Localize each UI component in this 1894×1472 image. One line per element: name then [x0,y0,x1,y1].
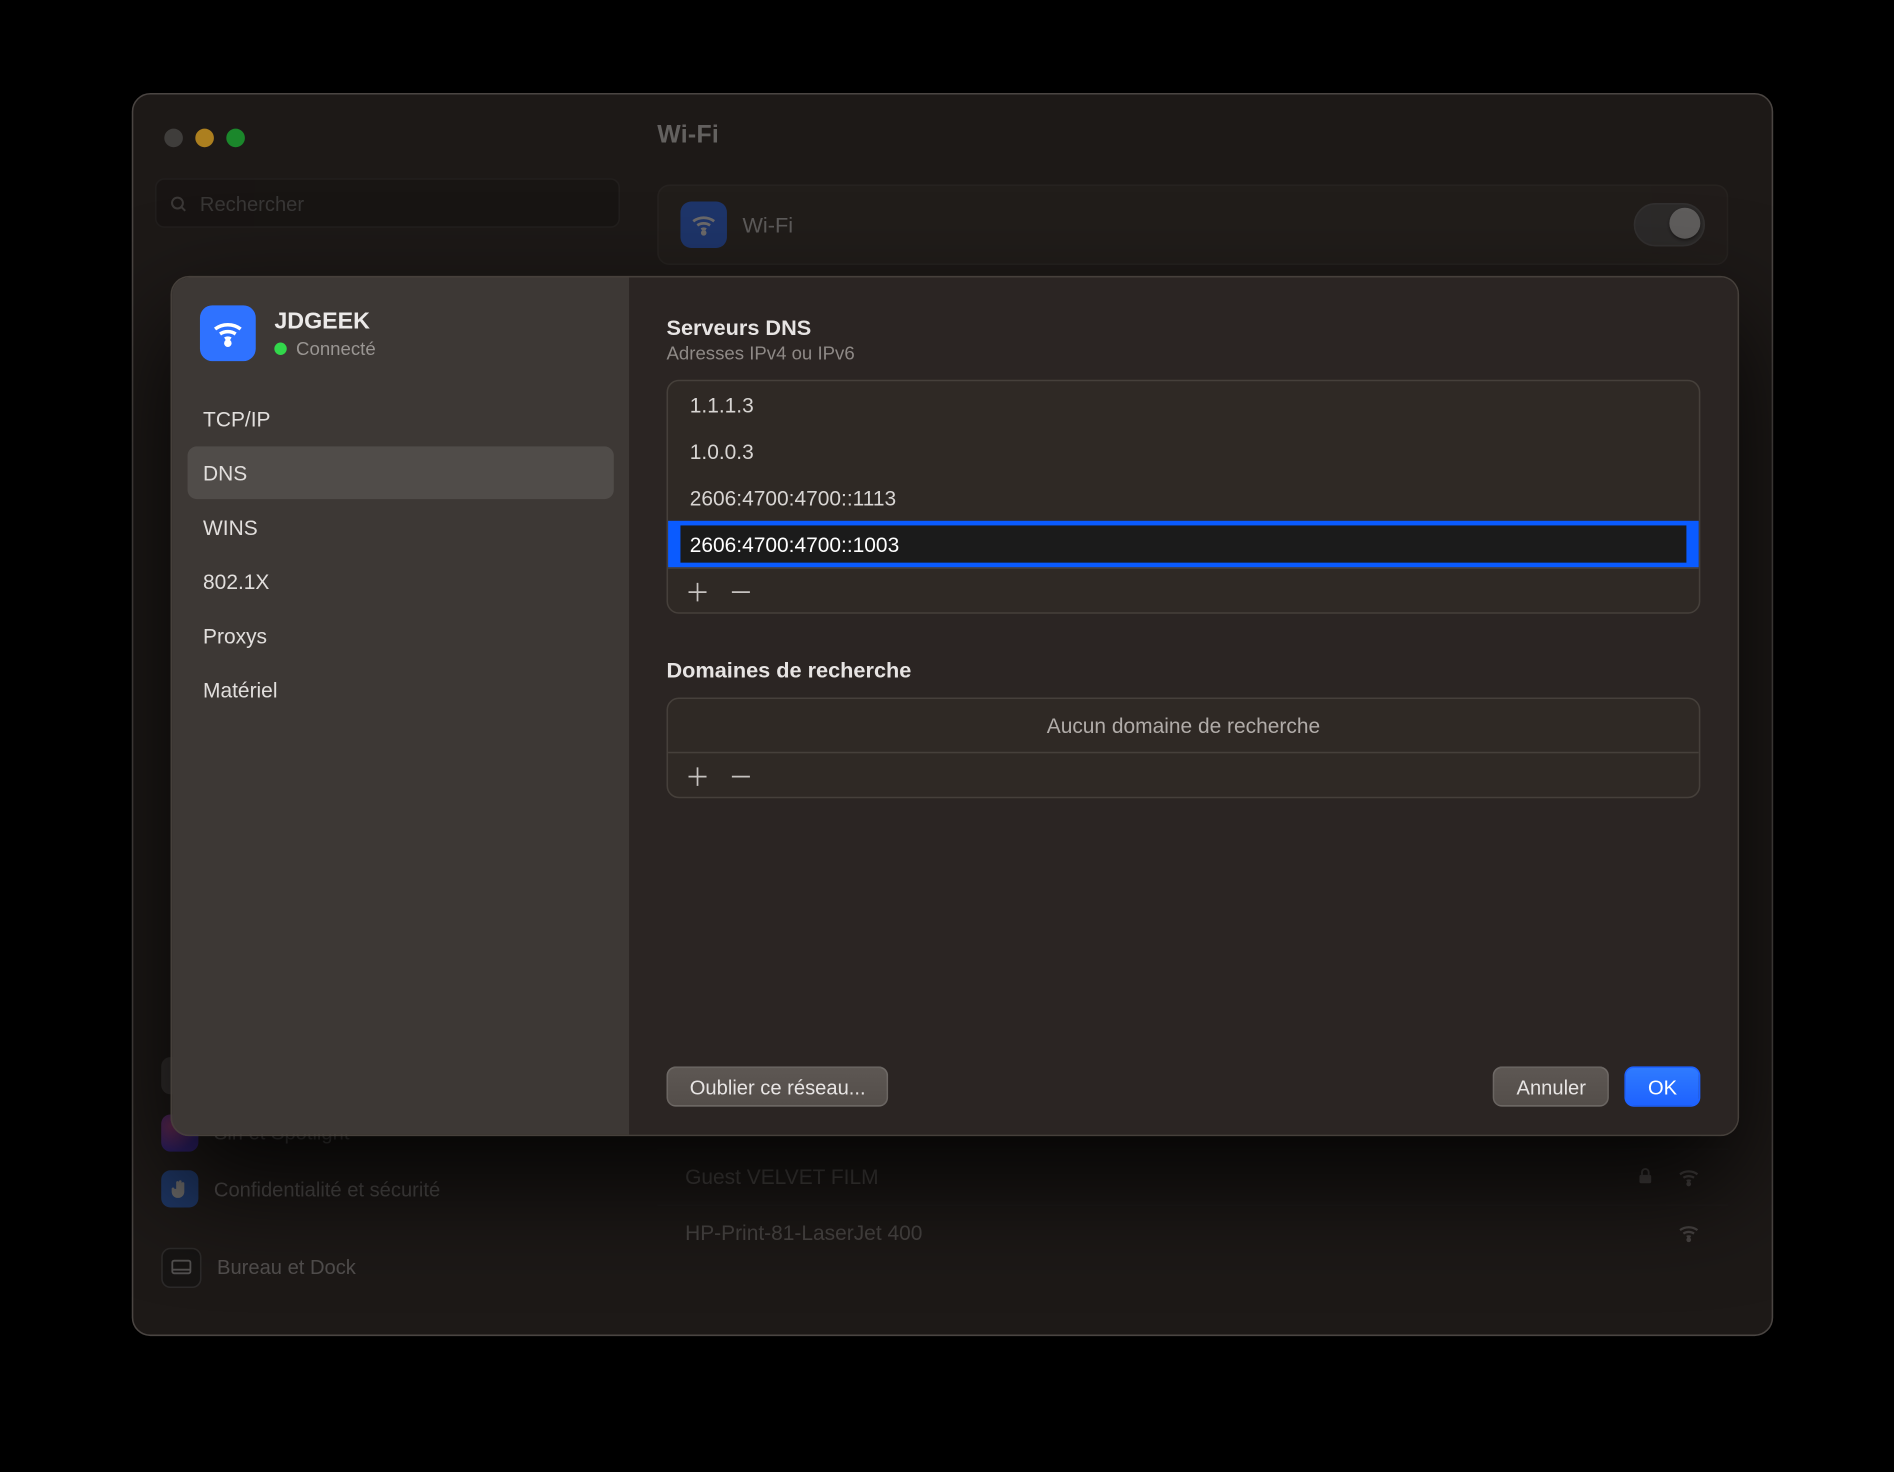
forget-network-button[interactable]: Oublier ce réseau... [667,1066,889,1106]
tab-proxies[interactable]: Proxys [188,609,614,662]
remove-search-domain-button[interactable]: － [730,764,752,786]
tab-hardware[interactable]: Matériel [188,663,614,716]
cancel-button[interactable]: Annuler [1493,1066,1609,1106]
network-settings-modal: JDGEEK Connecté TCP/IP DNS WINS 802.1X P… [171,276,1740,1136]
network-name: JDGEEK [274,308,375,334]
status-dot-icon [274,342,286,354]
dns-table-footer: ＋ － [668,567,1699,612]
dns-servers-heading: Serveurs DNS [667,315,1701,340]
dns-server-row[interactable]: 1.0.0.3 [668,428,1699,475]
search-domains-heading: Domaines de recherche [667,657,1701,682]
modal-content: Serveurs DNS Adresses IPv4 ou IPv6 1.1.1… [629,277,1737,1134]
dns-servers-subtitle: Adresses IPv4 ou IPv6 [667,343,1701,365]
network-header: JDGEEK Connecté [172,277,629,373]
wifi-icon [200,305,256,361]
dns-server-input[interactable] [680,525,1686,562]
modal-tabs: TCP/IP DNS WINS 802.1X Proxys Matériel [172,392,629,716]
tab-dns[interactable]: DNS [188,446,614,499]
search-domains-empty: Aucun domaine de recherche [668,699,1699,752]
modal-sidebar: JDGEEK Connecté TCP/IP DNS WINS 802.1X P… [172,277,629,1134]
add-search-domain-button[interactable]: ＋ [687,764,709,786]
dns-server-row[interactable]: 2606:4700:4700::1113 [668,474,1699,521]
add-dns-button[interactable]: ＋ [687,580,709,602]
tab-wins[interactable]: WINS [188,501,614,554]
modal-footer: Oublier ce réseau... Annuler OK [667,1066,1701,1106]
search-domains-footer: ＋ － [668,752,1699,797]
ok-button[interactable]: OK [1625,1066,1701,1106]
remove-dns-button[interactable]: － [730,580,752,602]
dns-server-row-editing[interactable] [668,521,1699,568]
network-status: Connecté [274,337,375,359]
status-label: Connecté [296,337,376,359]
tab-tcpip[interactable]: TCP/IP [188,392,614,445]
search-domains-table: Aucun domaine de recherche ＋ － [667,698,1701,799]
dns-server-row[interactable]: 1.1.1.3 [668,381,1699,428]
dns-servers-table: 1.1.1.3 1.0.0.3 2606:4700:4700::1113 ＋ － [667,380,1701,614]
tab-8021x[interactable]: 802.1X [188,555,614,608]
